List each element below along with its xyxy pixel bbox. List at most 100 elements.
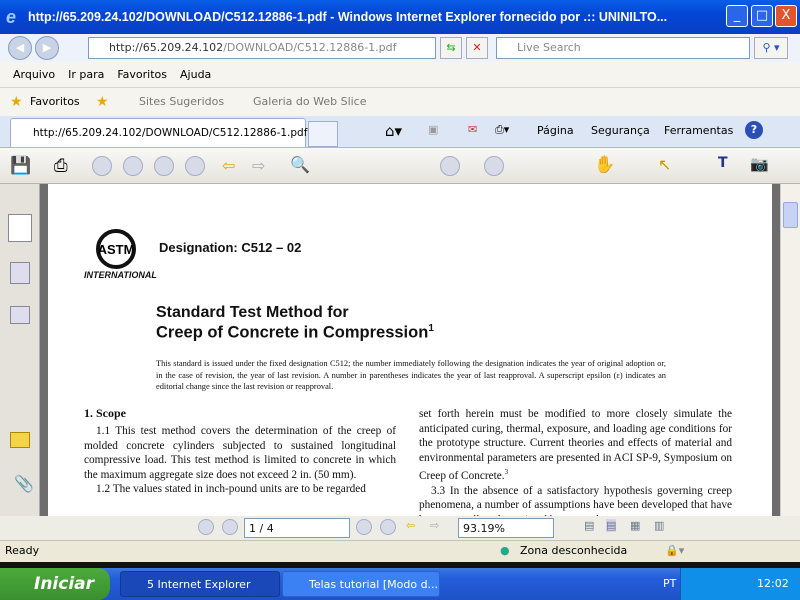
window-title: http://65.209.24.102/DOWNLOAD/C512.12886… xyxy=(28,10,668,24)
save-icon[interactable]: 💾 xyxy=(10,156,31,176)
paragraph-3-3: 3.3 In the absence of a satisfactory hyp… xyxy=(419,484,732,516)
standard-notice: This standard is issued under the fixed … xyxy=(156,359,666,392)
fav-sites-sugeridos[interactable]: Sites Sugeridos xyxy=(139,88,224,116)
page-number-input[interactable]: 1 / 4 xyxy=(244,518,350,538)
status-bar: Ready ● Zona desconhecida 🔒▾ xyxy=(0,540,800,562)
title-line-1: Standard Test Method for xyxy=(156,304,349,321)
maximize-button[interactable]: □ xyxy=(751,5,773,27)
svg-text:ASTM: ASTM xyxy=(98,242,135,257)
zoom-level: 93.19% xyxy=(463,522,505,535)
forward-view-icon[interactable]: ⇨ xyxy=(252,156,265,175)
menu-pagina[interactable]: Página xyxy=(537,124,574,137)
right-column: set forth herein must be modified to mor… xyxy=(419,407,732,516)
next-page-button[interactable] xyxy=(154,156,174,176)
bookmarks-icon[interactable] xyxy=(10,262,30,284)
close-button[interactable]: X xyxy=(775,5,797,27)
favorites-button[interactable]: Favoritos xyxy=(30,88,80,116)
clock: 12:02 xyxy=(757,577,789,590)
search-icon[interactable]: ⚲ ▾ xyxy=(754,37,788,59)
mail-icon[interactable]: ✉ xyxy=(468,123,477,136)
single-page-icon[interactable]: ▤ xyxy=(584,519,594,532)
continuous-icon[interactable]: ▤ xyxy=(606,519,617,532)
hand-tool-icon[interactable]: ✋ xyxy=(594,155,615,175)
forward-button[interactable]: ▶ xyxy=(35,36,59,60)
scrollbar-thumb[interactable] xyxy=(783,202,798,228)
last-page-button[interactable] xyxy=(380,519,396,535)
paragraph-3-2-cont: set forth herein must be modified to mor… xyxy=(419,407,732,484)
left-column: 1. Scope 1.1 This test method covers the… xyxy=(84,406,396,497)
tab-bar: http://65.209.24.102/DOWNLOAD/C512.12886… xyxy=(0,116,800,148)
address-host: http://65.209.24.102 xyxy=(109,41,224,54)
task-telas-tutorial[interactable]: Telas tutorial [Modo d... xyxy=(282,571,440,597)
zoom-plus-button[interactable] xyxy=(484,156,504,176)
vertical-scrollbar[interactable] xyxy=(780,184,800,516)
stop-button[interactable]: ✕ xyxy=(466,37,488,59)
system-tray: 12:02 xyxy=(680,568,800,600)
attachments-icon[interactable]: 📎 xyxy=(14,474,34,493)
new-tab-button[interactable] xyxy=(308,121,338,147)
print-icon[interactable]: ⎙▾ xyxy=(495,123,509,137)
window-title-bar: e http://65.209.24.102/DOWNLOAD/C512.128… xyxy=(0,0,800,34)
back-view-icon[interactable]: ⇦ xyxy=(222,156,235,175)
zoom-in-icon[interactable]: 🔍 xyxy=(290,155,310,174)
print-icon[interactable]: ⎙ xyxy=(54,156,68,176)
search-placeholder: Live Search xyxy=(517,41,581,54)
address-path: /DOWNLOAD/C512.12886-1.pdf xyxy=(223,41,397,54)
task-label: Telas tutorial [Modo d... xyxy=(309,578,439,591)
comments-icon[interactable] xyxy=(10,432,30,448)
pages-icon[interactable] xyxy=(8,214,32,242)
back-button[interactable]: ◀ xyxy=(8,36,32,60)
fav-web-slice[interactable]: Galeria do Web Slice xyxy=(253,88,367,116)
select-tool-icon[interactable]: ↖ xyxy=(658,155,671,174)
menu-ferramentas[interactable]: Ferramentas xyxy=(664,124,733,137)
page-number: 1 / 4 xyxy=(249,522,274,535)
home-icon[interactable]: ⌂▾ xyxy=(385,122,402,140)
menu-arquivo[interactable]: Arquivo xyxy=(13,68,55,81)
menu-favoritos[interactable]: Favoritos xyxy=(117,68,167,81)
security-zone: Zona desconhecida xyxy=(520,544,628,557)
paragraph-1-2: 1.2 The values stated in inch-pound unit… xyxy=(96,483,366,496)
taskbar: Iniciar 5 Internet Explorer Telas tutori… xyxy=(0,568,800,600)
minimize-button[interactable]: _ xyxy=(726,5,748,27)
paragraph-1-1: 1.1 This test method covers the determin… xyxy=(84,425,396,481)
pdf-viewport[interactable]: ASTM INTERNATIONAL Designation: C512 – 0… xyxy=(40,184,780,516)
layers-icon[interactable] xyxy=(10,306,30,324)
menu-bar: Arquivo Ir para Favoritos Ajuda xyxy=(0,62,800,88)
status-text: Ready xyxy=(5,544,40,557)
protected-mode-icon[interactable]: 🔒▾ xyxy=(665,541,684,561)
task-internet-explorer[interactable]: 5 Internet Explorer xyxy=(120,571,280,597)
last-page-button[interactable] xyxy=(185,156,205,176)
address-input[interactable]: http://65.209.24.102/DOWNLOAD/C512.12886… xyxy=(88,37,436,59)
snapshot-icon[interactable]: 📷 xyxy=(750,155,769,173)
first-page-button[interactable] xyxy=(198,519,214,535)
zoom-level-select[interactable]: 93.19% xyxy=(458,518,554,538)
start-button[interactable]: Iniciar xyxy=(0,568,110,600)
text-tool-icon[interactable]: T xyxy=(718,155,728,171)
first-page-button[interactable] xyxy=(92,156,112,176)
menu-seguranca[interactable]: Segurança xyxy=(591,124,650,137)
designation: Designation: C512 – 02 xyxy=(159,240,302,255)
next-page-button[interactable] xyxy=(356,519,372,535)
feeds-icon[interactable]: ▣ xyxy=(428,123,438,136)
tab-active[interactable]: http://65.209.24.102/DOWNLOAD/C512.12886… xyxy=(10,118,307,147)
section-heading: 1. Scope xyxy=(84,406,126,420)
add-favorite-icon[interactable]: ★ xyxy=(96,88,109,116)
prev-page-button[interactable] xyxy=(222,519,238,535)
two-up-icon[interactable]: ▦ xyxy=(630,519,640,532)
prev-page-button[interactable] xyxy=(123,156,143,176)
help-icon[interactable]: ? xyxy=(745,121,763,139)
menu-ir-para[interactable]: Ir para xyxy=(68,68,104,81)
back-view-icon[interactable]: ⇦ xyxy=(406,519,415,532)
favorites-bar: ★ Favoritos ★ Sites Sugeridos Galeria do… xyxy=(0,88,800,116)
search-input[interactable]: Live Search xyxy=(496,37,750,59)
start-label: Iniciar xyxy=(34,574,95,594)
forward-view-icon[interactable]: ⇨ xyxy=(430,519,439,532)
star-icon: ★ xyxy=(10,94,23,110)
globe-icon: ● xyxy=(500,544,510,557)
zoom-out-button[interactable] xyxy=(440,156,460,176)
two-up-continuous-icon[interactable]: ▥ xyxy=(654,519,664,532)
menu-ajuda[interactable]: Ajuda xyxy=(180,68,211,81)
language-indicator[interactable]: PT xyxy=(663,577,676,590)
refresh-button[interactable]: ⇆ xyxy=(440,37,462,59)
pdf-nav-panel: 📎 xyxy=(0,184,40,516)
